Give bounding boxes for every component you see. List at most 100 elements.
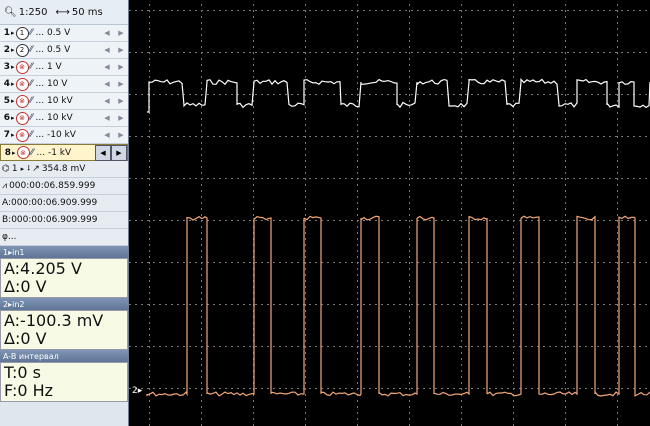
grid-dot xyxy=(267,136,269,137)
coupling-icon[interactable]: ⁄⁄ xyxy=(30,113,33,123)
grid-dot xyxy=(201,298,202,300)
grid-dot xyxy=(565,226,566,228)
scale-left-button[interactable]: ◀ xyxy=(100,94,114,108)
grid-dot xyxy=(513,10,515,11)
grid-dot xyxy=(201,262,203,263)
grid-dot xyxy=(441,304,443,305)
channel-row-2[interactable]: 2 ▸ 2 ⁄⁄... 0.5 V ◀ ▶ xyxy=(0,42,128,59)
scale-right-button[interactable]: ▶ xyxy=(111,144,127,161)
grid-dot xyxy=(267,10,269,11)
grid-dot xyxy=(617,88,618,90)
grid-dot xyxy=(609,388,611,389)
grid-dot xyxy=(201,376,202,378)
coupling-icon[interactable]: ⁄⁄ xyxy=(30,28,33,38)
scale-left-button[interactable]: ◀ xyxy=(100,111,114,125)
grid-dot xyxy=(513,244,514,246)
grid-dot xyxy=(507,10,509,11)
grid-dot xyxy=(565,220,566,222)
grid-dot xyxy=(435,262,437,263)
channel-toggle-icon[interactable]: ⊗ xyxy=(15,94,29,108)
scale-left-button[interactable]: ◀ xyxy=(100,128,114,142)
phase-row[interactable]: φ... xyxy=(0,229,128,246)
grid-dot xyxy=(489,262,491,263)
grid-dot xyxy=(305,196,306,198)
channel-number: 1 xyxy=(3,28,10,38)
grid-dot xyxy=(617,304,618,306)
channel-toggle-icon[interactable]: ⊗ xyxy=(15,77,29,91)
channel-row-7[interactable]: 7 ▸ ⊗ ⁄⁄... -10 kV ◀ ▶ xyxy=(0,127,128,144)
scale-right-button[interactable]: ▶ xyxy=(114,60,128,74)
grid-dot xyxy=(305,184,306,186)
coupling-icon[interactable]: ⁄⁄ xyxy=(30,45,33,55)
grid-dot xyxy=(305,88,306,90)
grid-dot xyxy=(201,100,202,102)
grid-dot xyxy=(149,304,150,306)
grid-dot xyxy=(617,82,618,84)
grid-dot xyxy=(357,70,358,72)
grid-dot xyxy=(213,94,215,95)
grid-dot xyxy=(565,22,566,24)
scale-right-button[interactable]: ▶ xyxy=(114,128,128,142)
grid-dot xyxy=(255,178,257,179)
waveform-display[interactable] xyxy=(129,0,650,426)
channel-toggle-icon[interactable]: 2 xyxy=(15,43,29,57)
grid-dot xyxy=(453,94,455,95)
grid-dot xyxy=(135,346,137,347)
cursor-b-row[interactable]: B:000:00:06.909.999 xyxy=(0,212,128,229)
grid-dot xyxy=(369,94,371,95)
scale-left-button[interactable]: ◀ xyxy=(100,77,114,91)
scale-left-button[interactable]: ◀ xyxy=(95,144,111,161)
grid-dot xyxy=(617,166,618,168)
scale-left-button[interactable]: ◀ xyxy=(100,26,114,40)
toolbar: 🔍︎ 1:250 ⟷ 50 ms xyxy=(0,0,128,25)
grid-dot xyxy=(129,52,131,53)
coupling-icon[interactable]: ⁄⁄ xyxy=(30,96,33,106)
grid-dot xyxy=(147,304,149,305)
channel-row-5[interactable]: 5 ▸ ⊗ ⁄⁄... 10 kV ◀ ▶ xyxy=(0,93,128,110)
scale-right-button[interactable]: ▶ xyxy=(114,94,128,108)
channel-row-8[interactable]: 8 ▸ ⊗ ⁄⁄... -1 kV ◀ ▶ xyxy=(0,144,128,161)
scale-right-button[interactable]: ▶ xyxy=(114,77,128,91)
grid-dot xyxy=(305,22,306,24)
timebase-control[interactable]: ⟷ 50 ms xyxy=(52,7,107,18)
coupling-icon[interactable]: ⁄⁄ xyxy=(30,130,33,140)
coupling-icon[interactable]: ⁄⁄ xyxy=(30,79,33,89)
channel-row-3[interactable]: 3 ▸ ⊗ ⁄⁄... 1 V ◀ ▶ xyxy=(0,59,128,76)
scale-right-button[interactable]: ▶ xyxy=(114,26,128,40)
arrow-icon: ▸ xyxy=(11,97,15,105)
channel-row-1[interactable]: 1 ▸ 1 ⁄⁄... 0.5 V ◀ ▶ xyxy=(0,25,128,42)
channel-toggle-icon[interactable]: ⊗ xyxy=(15,128,29,142)
grid-dot xyxy=(305,106,306,108)
grid-dot xyxy=(645,52,647,53)
zoom-control[interactable]: 🔍︎ 1:250 xyxy=(0,7,52,18)
coupling-icon[interactable]: ⁄⁄ xyxy=(31,148,34,158)
grid-dot xyxy=(201,352,202,354)
grid-dot xyxy=(357,370,358,372)
grid-dot xyxy=(597,346,599,347)
grid-dot xyxy=(225,94,227,95)
cursor-a-row[interactable]: A:000:00:06.909.999 xyxy=(0,195,128,212)
scale-right-button[interactable]: ▶ xyxy=(114,111,128,125)
grid-dot xyxy=(357,100,358,102)
grid-dot xyxy=(543,346,545,347)
coupling-icon[interactable]: ⁄⁄ xyxy=(30,62,33,72)
scale-left-button[interactable]: ◀ xyxy=(100,60,114,74)
grid-dot xyxy=(309,94,311,95)
channel-toggle-icon[interactable]: ⊗ xyxy=(15,60,29,74)
grid-dot xyxy=(357,4,358,6)
channel-row-4[interactable]: 4 ▸ ⊗ ⁄⁄... 10 V ◀ ▶ xyxy=(0,76,128,93)
grid-dot xyxy=(149,202,150,204)
grid-dot xyxy=(253,214,254,216)
scale-left-button[interactable]: ◀ xyxy=(100,43,114,57)
trigger-row[interactable]: ⌬ 1 ▸ ⭭ ↗ 354.8 mV xyxy=(0,161,128,178)
grid-dot xyxy=(531,304,533,305)
channel-toggle-icon[interactable]: ⊗ xyxy=(16,146,30,159)
grid-dot xyxy=(627,388,629,389)
grid-dot xyxy=(555,388,557,389)
channel-toggle-icon[interactable]: ⊗ xyxy=(15,111,29,125)
grid-dot xyxy=(465,220,467,221)
channel-row-6[interactable]: 6 ▸ ⊗ ⁄⁄... 10 kV ◀ ▶ xyxy=(0,110,128,127)
grid-dot xyxy=(409,346,410,348)
channel-toggle-icon[interactable]: 1 xyxy=(15,26,29,40)
scale-right-button[interactable]: ▶ xyxy=(114,43,128,57)
